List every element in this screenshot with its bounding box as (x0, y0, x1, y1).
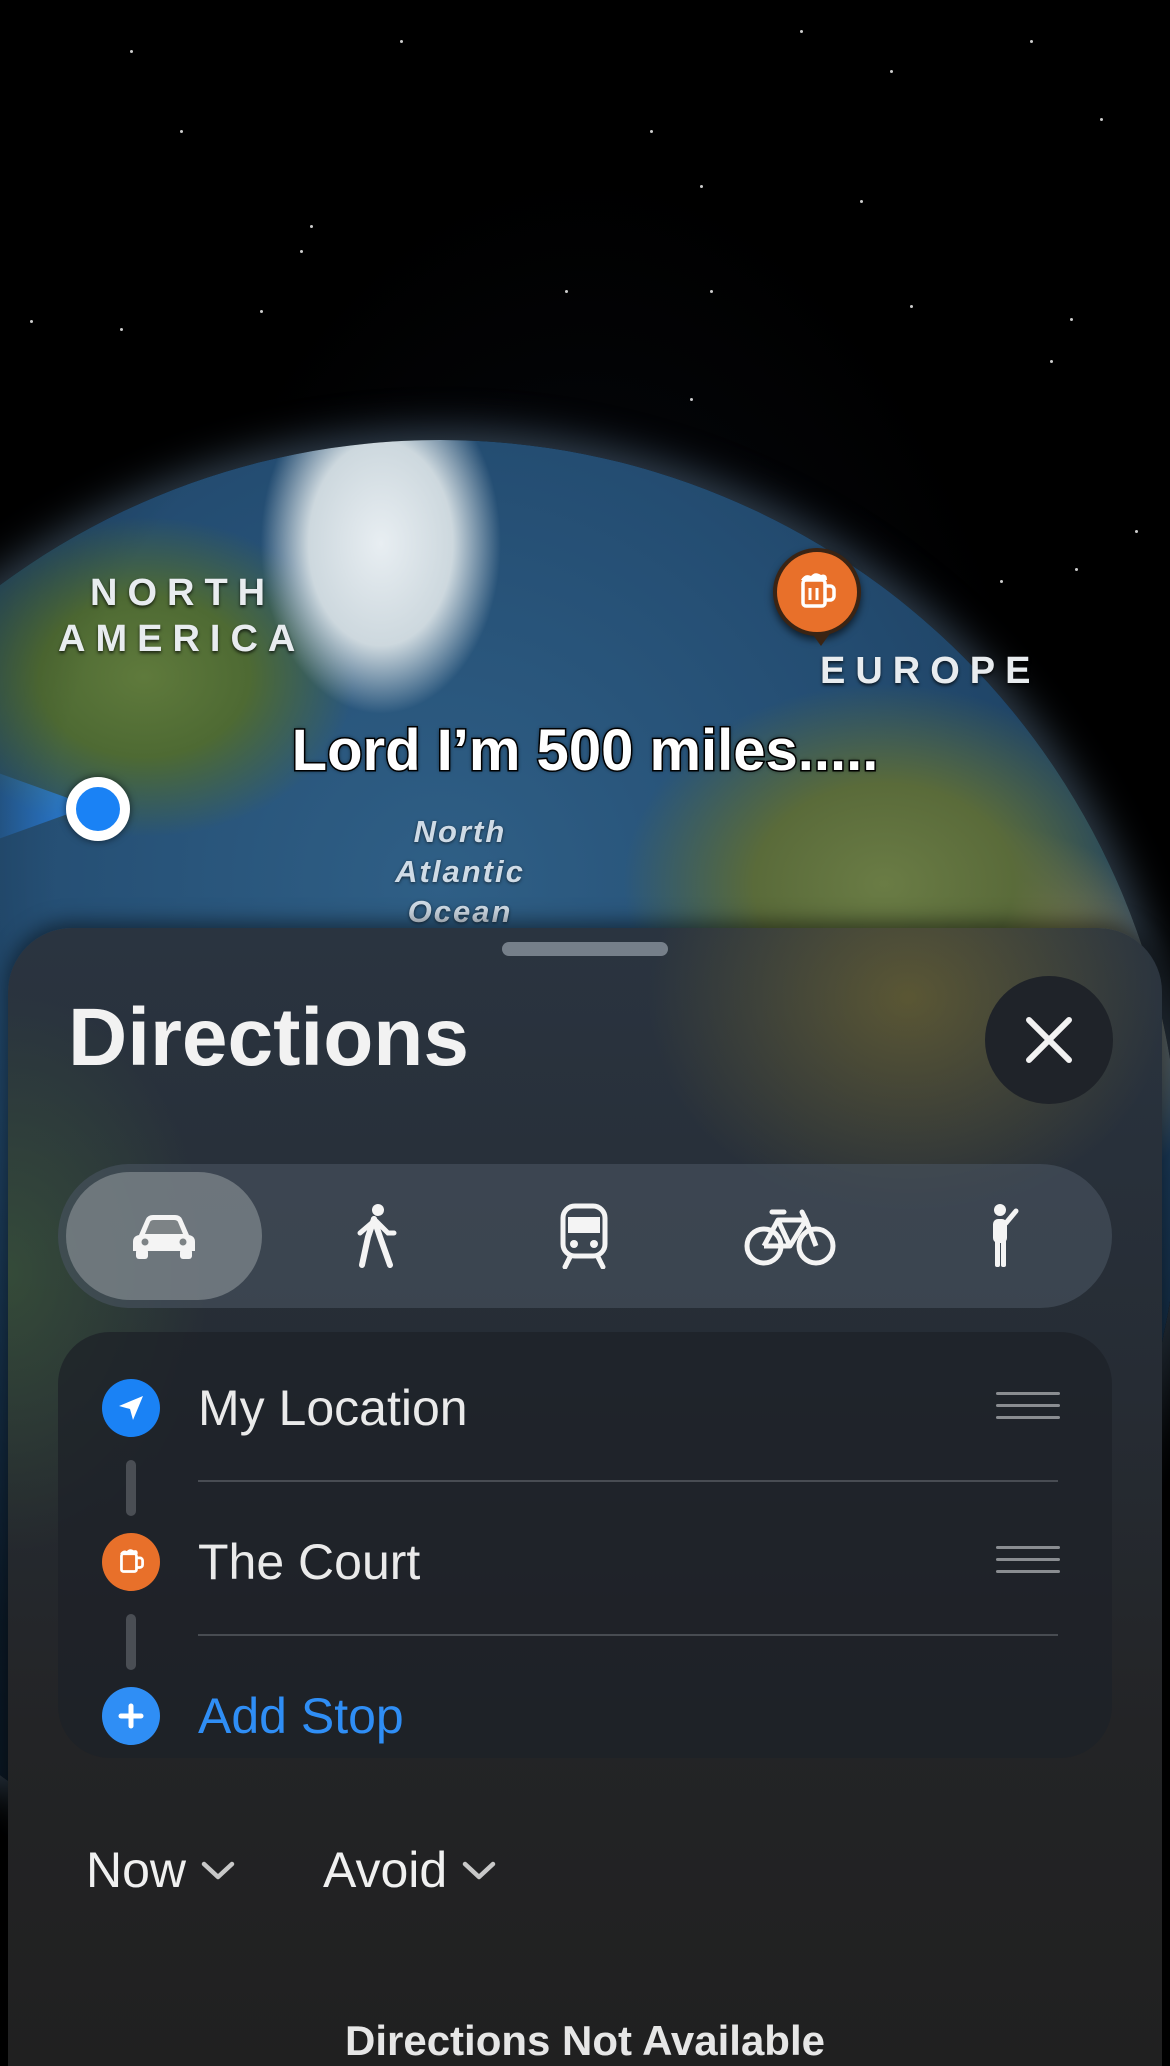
chevron-down-icon (201, 1861, 235, 1880)
ocean-label: North Atlantic Ocean (380, 812, 540, 932)
walk-icon (357, 1204, 397, 1268)
close-button[interactable] (985, 976, 1113, 1104)
divider (198, 1480, 1058, 1482)
sheet-title: Directions (68, 992, 469, 1083)
star (690, 398, 693, 401)
bicycle-icon (744, 1209, 836, 1266)
star (180, 130, 183, 133)
mode-transit-button[interactable] (486, 1172, 682, 1300)
transport-mode-selector (58, 1164, 1112, 1308)
stop-icon-add (102, 1687, 160, 1745)
continent-label-north-america-line2: AMERICA (58, 616, 305, 662)
star (1100, 118, 1103, 121)
mode-rideshare-button[interactable] (908, 1172, 1104, 1300)
stop-row-destination[interactable]: The Court (58, 1506, 1112, 1616)
add-stop-button[interactable]: Add Stop (58, 1660, 1112, 1770)
reorder-handle[interactable] (996, 1392, 1060, 1424)
star (860, 200, 863, 203)
star (710, 290, 713, 293)
avoid-label: Avoid (323, 1842, 448, 1898)
star (1135, 530, 1138, 533)
mode-drive-button[interactable] (66, 1172, 262, 1300)
star (1030, 40, 1033, 43)
beer-mug-icon (801, 573, 836, 608)
star (565, 290, 568, 293)
star (130, 50, 133, 53)
ocean-label-line: North (413, 814, 507, 849)
stop-icon-destination (102, 1533, 160, 1591)
chevron-down-icon (462, 1861, 496, 1880)
star (300, 250, 303, 253)
star (1075, 568, 1078, 571)
mode-walk-button[interactable] (278, 1172, 474, 1300)
rideshare-icon (993, 1204, 1019, 1267)
star (30, 320, 33, 323)
star (310, 225, 313, 228)
directions-status-text: Directions Not Available (344, 2017, 825, 2064)
depart-time-label: Now (86, 1842, 187, 1898)
continent-label-north-america: NORTH (90, 570, 275, 616)
plus-icon (118, 1703, 144, 1729)
continent-label-europe: EUROPE (820, 650, 1041, 692)
star (650, 130, 653, 133)
ocean-label-line: Atlantic (395, 854, 525, 889)
divider (198, 1634, 1058, 1636)
star (700, 185, 703, 188)
star (800, 30, 803, 33)
star (400, 40, 403, 43)
stop-label-destination: The Court (198, 1534, 421, 1590)
star (1070, 318, 1073, 321)
avoid-button[interactable]: Avoid (323, 1810, 497, 1930)
mode-cycle-button[interactable] (692, 1172, 888, 1300)
transit-icon (560, 1203, 608, 1269)
directions-sheet: Directions My Location The Court Add Sto… (8, 928, 1162, 2066)
star (120, 328, 123, 331)
reorder-handle[interactable] (996, 1546, 1060, 1578)
route-stops-card: My Location The Court Add Stop (58, 1332, 1112, 1758)
sheet-grabber[interactable] (502, 942, 668, 956)
continent-label-line: AMERICA (58, 618, 306, 660)
close-icon (1026, 1017, 1072, 1063)
continent-label-line: NORTH (90, 572, 276, 614)
ocean-label-line: Ocean (407, 894, 513, 929)
poi-pin-the-court[interactable] (773, 548, 861, 646)
stop-icon-origin (102, 1379, 160, 1437)
depart-time-button[interactable]: Now (86, 1810, 236, 1930)
navigation-arrow-icon (119, 1396, 143, 1420)
stop-label-origin: My Location (198, 1380, 468, 1436)
star (910, 305, 913, 308)
star (1000, 580, 1003, 583)
car-icon (133, 1215, 195, 1259)
location-dot-icon[interactable] (66, 777, 130, 841)
stop-row-origin[interactable]: My Location (58, 1352, 1112, 1462)
add-stop-label: Add Stop (198, 1688, 404, 1744)
beer-mug-icon (120, 1549, 144, 1573)
video-caption: Lord I’m 500 miles..... (290, 717, 880, 785)
maps-screen: NORTH AMERICA EUROPE North Atlantic Ocea… (0, 0, 1170, 2066)
star (1050, 360, 1053, 363)
star (260, 310, 263, 313)
star (890, 70, 893, 73)
